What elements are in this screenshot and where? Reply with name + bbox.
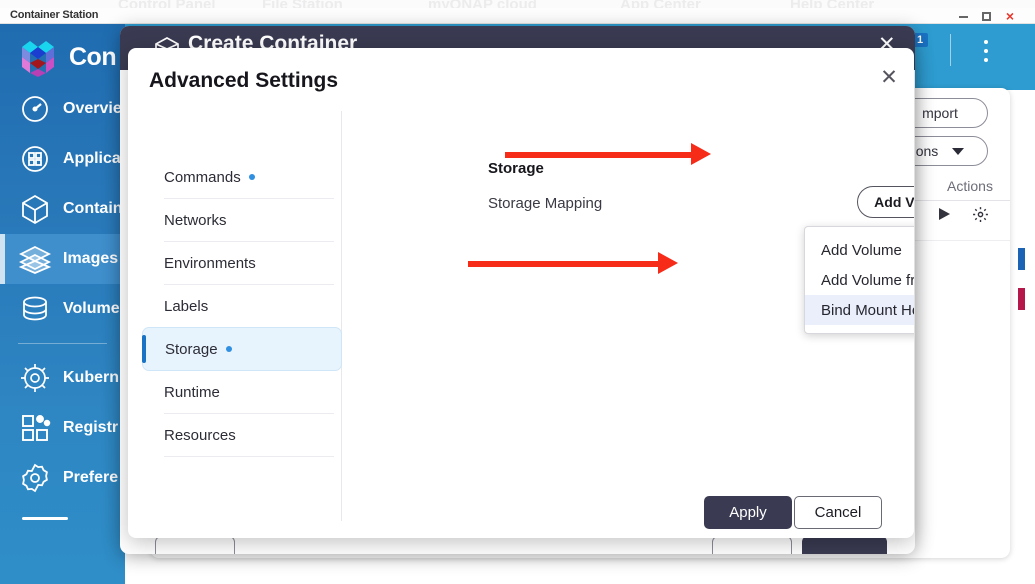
cube-icon bbox=[18, 192, 52, 226]
nav-item-environments[interactable]: Environments bbox=[142, 242, 342, 284]
menu-item-add-volume[interactable]: Add Volume bbox=[805, 235, 914, 265]
color-strip-blue bbox=[1018, 248, 1025, 270]
nav-item-resources[interactable]: Resources bbox=[142, 414, 342, 456]
arrow-head bbox=[691, 143, 711, 165]
nav-item-label: Resources bbox=[164, 426, 236, 444]
maximize-icon[interactable] bbox=[981, 11, 993, 22]
close-icon[interactable]: ✕ bbox=[876, 65, 902, 91]
actions-dropdown-label: ons bbox=[915, 143, 939, 159]
menu-item-label: Bind Mount Host Path bbox=[821, 301, 914, 319]
menu-item-label: Add Volume from Contain… bbox=[821, 271, 914, 289]
table-row-actions bbox=[936, 206, 1010, 223]
menu-item-bind-mount-host-path[interactable]: Bind Mount Host Path bbox=[805, 295, 914, 325]
storage-heading: Storage bbox=[488, 160, 544, 177]
page-title: Advanced Settings bbox=[149, 69, 339, 92]
nav-item-labels[interactable]: Labels bbox=[142, 285, 342, 327]
sidebar-item-preferences[interactable]: Prefere bbox=[0, 453, 125, 503]
sidebar-item-kubernetes[interactable]: Kubern bbox=[0, 353, 125, 403]
sidebar-item-volumes[interactable]: Volume bbox=[0, 284, 125, 334]
nav-item-networks[interactable]: Networks bbox=[142, 199, 342, 241]
brand-label: Con bbox=[69, 42, 117, 71]
sidebar-item-label: Volume bbox=[63, 300, 120, 317]
app-root: Control Panel File Station myQNAP cloud … bbox=[0, 0, 1035, 584]
nav-item-label: Commands bbox=[164, 168, 241, 186]
add-volume-button-label: Add Volume bbox=[874, 194, 914, 210]
apply-button[interactable]: Apply bbox=[704, 496, 792, 529]
modified-dot-icon bbox=[248, 174, 255, 180]
minimize-icon[interactable] bbox=[958, 11, 970, 22]
more-vertical-icon[interactable] bbox=[984, 40, 988, 67]
sidebar-item-label: Registr bbox=[63, 419, 119, 436]
color-strip-red bbox=[1018, 288, 1025, 310]
table-header-actions: Actions bbox=[947, 178, 993, 194]
advanced-settings-nav: Commands Networks Environments Labels St… bbox=[142, 156, 342, 457]
sidebar-divider bbox=[18, 343, 107, 344]
advanced-settings-modal: Advanced Settings ✕ Commands Networks En… bbox=[128, 48, 914, 538]
sidebar-item-label: Contain bbox=[63, 200, 123, 217]
helm-wheel-icon bbox=[18, 361, 52, 395]
create-container-back-button[interactable] bbox=[155, 536, 235, 554]
arrow-to-add-volume bbox=[505, 143, 711, 165]
add-volume-dropdown-menu: Add Volume Add Volume from Contain… Bind… bbox=[804, 226, 914, 334]
gear-badge-icon bbox=[18, 461, 52, 495]
nav-item-storage[interactable]: Storage bbox=[142, 327, 342, 371]
nav-item-runtime[interactable]: Runtime bbox=[142, 371, 342, 413]
nav-item-label: Runtime bbox=[164, 383, 220, 401]
gear-icon[interactable] bbox=[972, 206, 989, 223]
sidebar-collapse-handle[interactable] bbox=[22, 517, 68, 520]
sidebar-item-registry[interactable]: Registr bbox=[0, 403, 125, 453]
sidebar-item-label: Overvie bbox=[63, 100, 122, 117]
app-sidebar: Con Overvie Applica Contain Images Volum… bbox=[0, 24, 125, 584]
arrow-head bbox=[658, 252, 678, 274]
sidebar-item-containers[interactable]: Contain bbox=[0, 184, 125, 234]
modified-dot-icon bbox=[225, 346, 232, 352]
arrow-shaft bbox=[505, 152, 691, 158]
close-icon[interactable]: × bbox=[1004, 9, 1016, 23]
nav-item-label: Environments bbox=[164, 254, 256, 272]
layers-icon bbox=[18, 242, 52, 276]
window-titlebar: Container Station × bbox=[0, 8, 1035, 24]
database-icon bbox=[18, 292, 52, 326]
nav-item-commands[interactable]: Commands bbox=[142, 156, 342, 198]
nav-item-label: Labels bbox=[164, 297, 209, 315]
chevron-down-icon bbox=[952, 147, 965, 155]
sidebar-item-images[interactable]: Images bbox=[0, 234, 125, 284]
create-container-cancel-button[interactable] bbox=[712, 536, 792, 554]
sidebar-item-applications[interactable]: Applica bbox=[0, 134, 125, 184]
play-icon[interactable] bbox=[936, 206, 952, 223]
menu-item-label: Add Volume bbox=[821, 241, 902, 259]
grid-apps-icon bbox=[18, 142, 52, 176]
add-volume-button[interactable]: Add Volume bbox=[857, 186, 914, 218]
window-title: Container Station bbox=[10, 9, 99, 21]
sidebar-item-label: Images bbox=[63, 250, 119, 267]
registry-squares-icon bbox=[18, 411, 52, 445]
create-container-create-button[interactable] bbox=[802, 536, 887, 554]
sidebar-item-label: Prefere bbox=[63, 469, 119, 486]
topbar-divider bbox=[950, 34, 951, 66]
nav-item-label: Networks bbox=[164, 211, 227, 229]
sidebar-item-label: Kubern bbox=[63, 369, 119, 386]
sidebar-item-overview[interactable]: Overvie bbox=[0, 84, 125, 134]
cancel-button[interactable]: Cancel bbox=[794, 496, 882, 529]
menu-item-add-volume-from-container[interactable]: Add Volume from Contain… bbox=[805, 265, 914, 295]
sidebar-item-label: Applica bbox=[63, 150, 121, 167]
container-station-logo bbox=[16, 37, 60, 77]
arrow-shaft bbox=[468, 261, 658, 267]
nav-item-label: Storage bbox=[165, 340, 218, 358]
gauge-icon bbox=[18, 92, 52, 126]
arrow-to-bind-mount-host-path bbox=[468, 252, 678, 274]
storage-mapping-label: Storage Mapping bbox=[488, 195, 603, 212]
nav-divider bbox=[164, 456, 334, 457]
brand: Con bbox=[0, 34, 125, 80]
